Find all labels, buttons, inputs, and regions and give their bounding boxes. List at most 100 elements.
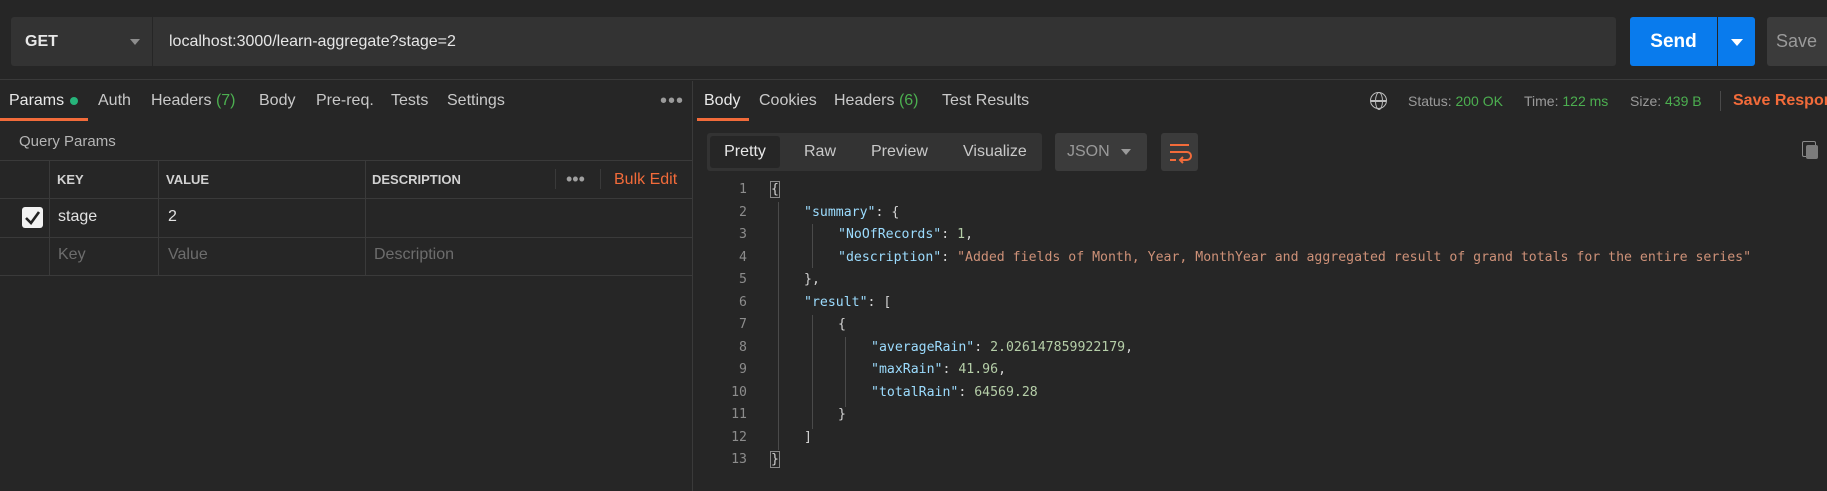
wrap-lines-glyph	[1170, 144, 1192, 164]
status-value: 200 OK	[1455, 93, 1503, 109]
json-key: "summary"	[804, 204, 876, 220]
tab-label: Headers	[151, 92, 212, 109]
tab-auth[interactable]: Auth	[98, 81, 131, 121]
time-label: Time:	[1524, 93, 1559, 109]
size-label: Size:	[1630, 93, 1662, 109]
bracket-close: }	[770, 451, 780, 468]
more-icon[interactable]: •••	[660, 81, 684, 121]
format-label: JSON	[1067, 143, 1110, 160]
view-visualize[interactable]: Visualize	[963, 133, 1027, 171]
code-line: "description": "Added fields of Month, Y…	[838, 249, 1752, 265]
caret-down-icon	[1731, 39, 1743, 46]
method-label: GET	[25, 33, 58, 50]
caret-down-icon	[130, 39, 140, 45]
divider	[158, 160, 159, 276]
method-select[interactable]: GET	[11, 17, 152, 66]
tab-params[interactable]: Params	[9, 81, 79, 121]
line-number: 5	[739, 272, 747, 287]
tab-label: Pre-req.	[316, 92, 374, 109]
new-value-input[interactable]: Value	[168, 246, 208, 264]
json-key: "NoOfRecords"	[838, 227, 942, 242]
size-value: 439 B	[1665, 93, 1702, 109]
new-key-input[interactable]: Key	[58, 246, 86, 264]
view-raw[interactable]: Raw	[804, 133, 836, 171]
view-pretty[interactable]: Pretty	[710, 136, 780, 168]
code-line: "totalRain": 64569.28	[871, 384, 1038, 400]
divider	[1720, 91, 1721, 111]
query-params-title: Query Params	[19, 133, 116, 150]
size-readout: Size: 439 B	[1630, 81, 1702, 121]
send-button[interactable]: Send	[1630, 17, 1717, 66]
code-line: "maxRain": 41.96,	[871, 362, 1007, 377]
check-icon	[25, 211, 41, 225]
format-select[interactable]: JSON	[1055, 133, 1147, 171]
bulk-edit-link[interactable]: Bulk Edit	[614, 171, 677, 189]
line-number: 9	[739, 362, 747, 377]
json-number: 1	[957, 227, 966, 242]
view-preview[interactable]: Preview	[871, 133, 928, 171]
tab-count: (6)	[898, 92, 919, 109]
new-description-input[interactable]: Description	[374, 246, 454, 264]
tab-settings[interactable]: Settings	[447, 81, 505, 121]
json-number: 41.96	[958, 362, 999, 377]
status-label: Status:	[1408, 93, 1452, 109]
tab-label: Params	[9, 92, 65, 109]
save-button[interactable]: Save	[1767, 17, 1827, 66]
code-line: {	[770, 181, 780, 198]
globe-icon[interactable]	[1370, 92, 1387, 110]
line-number: 3	[739, 227, 747, 242]
divider	[0, 198, 693, 199]
param-value[interactable]: 2	[168, 208, 177, 226]
line-number: 4	[739, 249, 747, 265]
tab-body[interactable]: Body	[259, 81, 295, 121]
tab-test-results[interactable]: Test Results	[942, 81, 1029, 121]
divider	[555, 169, 556, 189]
line-number: 8	[739, 339, 747, 355]
params-active-dot	[70, 96, 79, 105]
caret-down-icon	[1121, 149, 1131, 155]
divider	[600, 169, 601, 189]
param-key[interactable]: stage	[58, 208, 97, 226]
tab-label: Body	[704, 92, 741, 109]
code-line: ]	[804, 429, 812, 445]
copy-icon[interactable]	[1802, 141, 1818, 159]
tab-label: Test Results	[942, 92, 1030, 109]
status-readout: Status: 200 OK	[1408, 81, 1503, 121]
tab-label: Headers	[834, 92, 895, 109]
tab-label: Tests	[391, 92, 429, 109]
tab-response-headers[interactable]: Headers (6)	[834, 81, 919, 121]
divider	[0, 275, 693, 276]
bracket-open: {	[770, 181, 780, 198]
wrap-lines-icon[interactable]	[1161, 133, 1198, 171]
tab-tests[interactable]: Tests	[391, 81, 428, 121]
tab-label: Cookies	[759, 92, 817, 109]
code-line: },	[804, 272, 820, 287]
tab-cookies[interactable]: Cookies	[759, 81, 817, 121]
tab-headers[interactable]: Headers (7)	[151, 81, 236, 121]
json-number: 64569.28	[974, 384, 1038, 400]
url-input[interactable]: localhost:3000/learn-aggregate?stage=2	[153, 17, 1616, 66]
json-key: "totalRain"	[871, 384, 959, 400]
tab-label: Settings	[447, 92, 505, 109]
code-line: }	[838, 407, 846, 422]
save-response-button[interactable]: Save Response	[1733, 81, 1827, 121]
json-key: "result"	[804, 294, 868, 310]
code-line: }	[770, 451, 780, 468]
code-line: "result": [	[804, 294, 892, 310]
param-checkbox[interactable]	[22, 207, 43, 228]
active-tab-indicator	[0, 118, 88, 121]
code-line: {	[838, 317, 846, 332]
json-number: 2.026147859922179	[990, 339, 1126, 355]
tab-count: (7)	[215, 92, 236, 109]
line-number: 11	[731, 407, 747, 422]
line-number: 10	[731, 384, 747, 400]
send-options-button[interactable]	[1718, 17, 1755, 66]
json-key: "averageRain"	[871, 339, 975, 355]
tab-pre-request[interactable]: Pre-req.	[316, 81, 374, 121]
divider	[0, 237, 693, 238]
tab-label: Auth	[98, 92, 131, 109]
tab-response-body[interactable]: Body	[704, 81, 740, 121]
divider	[365, 160, 366, 276]
column-options-icon[interactable]: •••	[566, 169, 585, 190]
time-readout: Time: 122 ms	[1524, 81, 1608, 121]
